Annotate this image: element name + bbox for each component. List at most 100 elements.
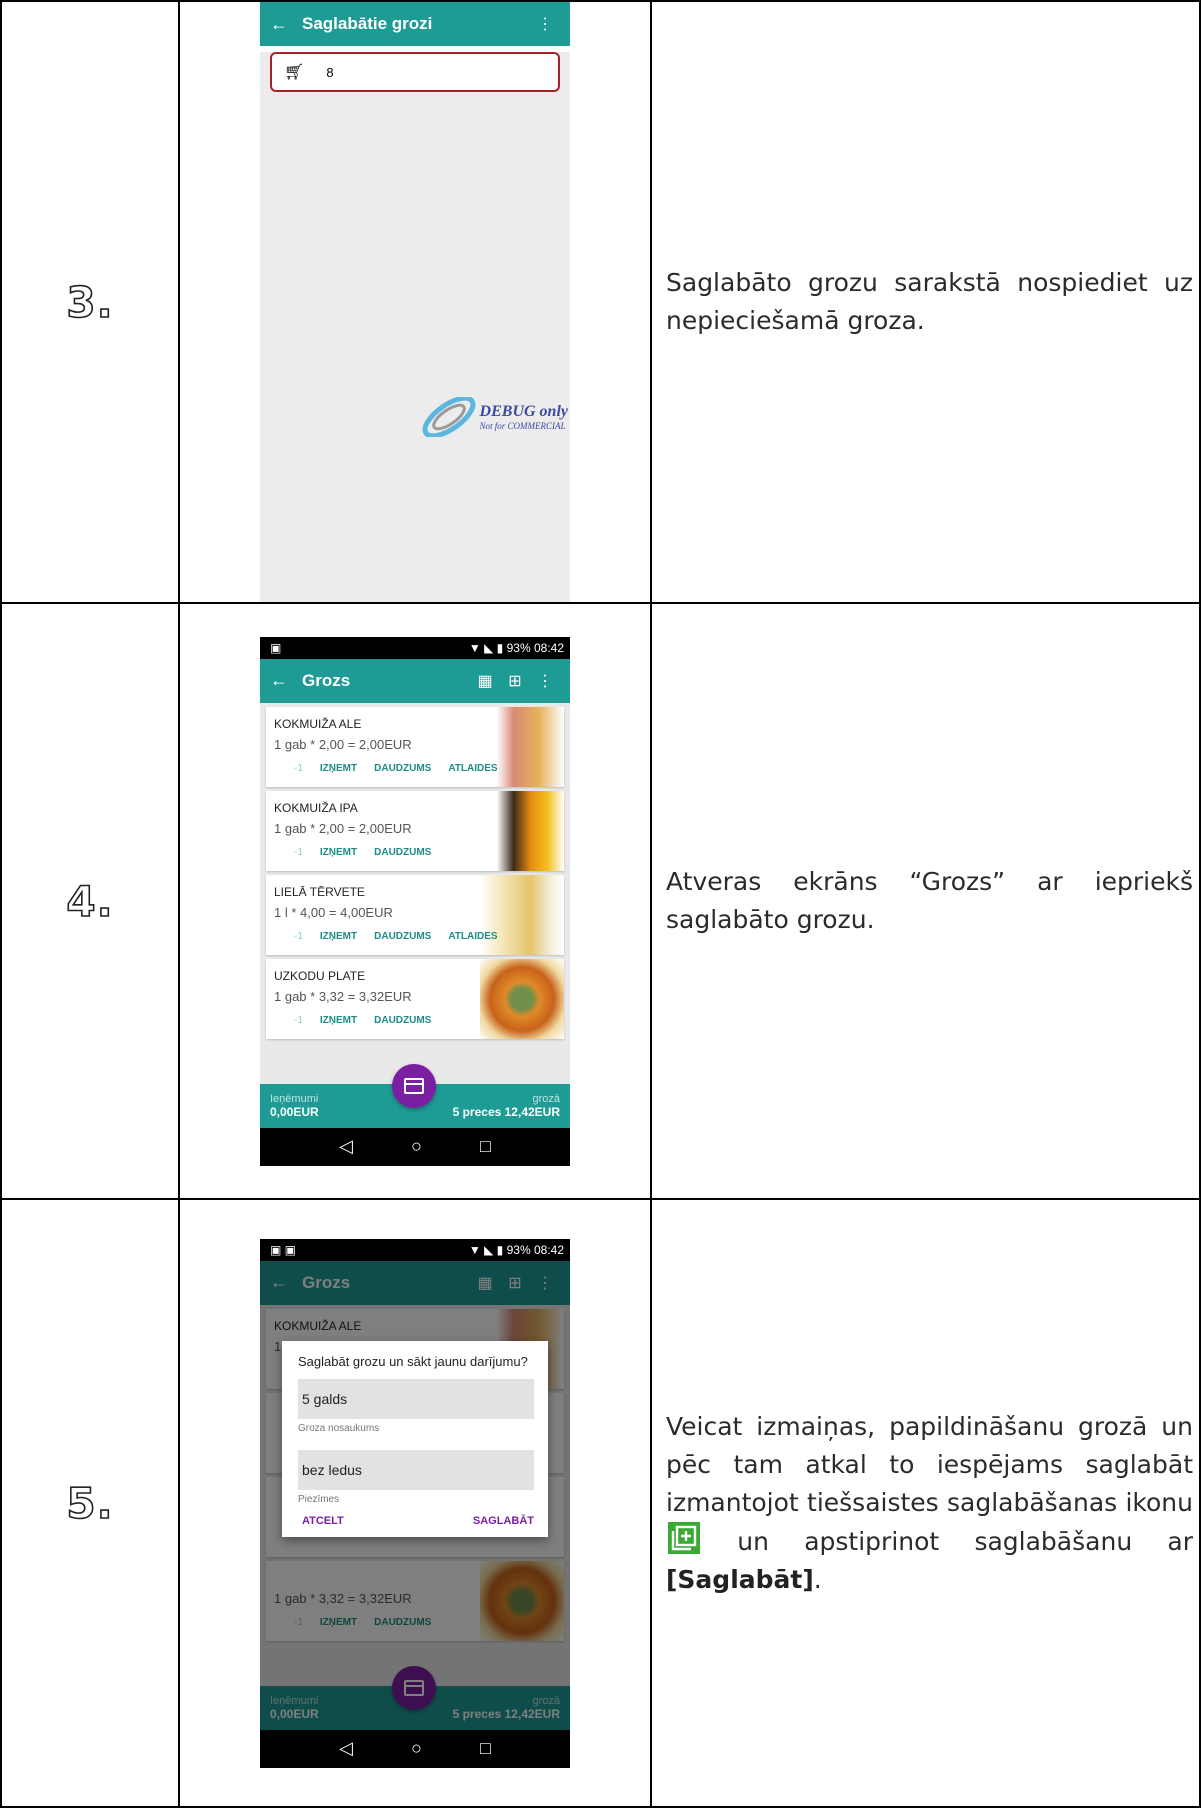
revenue-value: 0,00EUR: [270, 1104, 319, 1119]
description-part-1: Veicat izmaiņas, papildināšanu grozā un …: [666, 1411, 1193, 1517]
table-row: 4. ▣ ▼ ◣ ▮ 93% 08:42 ← Grozs ▦ ⊞ ⋮ KOKMU…: [0, 602, 1201, 1200]
minus-button[interactable]: -1: [294, 847, 303, 858]
more-vert-icon[interactable]: ⋮: [530, 14, 560, 34]
description-cell: Saglabāto grozu sarakstā nospiediet uz n…: [650, 0, 1201, 604]
cart-item[interactable]: KOKMUIŽA IPA 1 gab * 2,00 = 2,00EUR -1 IZ…: [266, 790, 564, 871]
nav-recents-icon[interactable]: □: [480, 1136, 491, 1157]
revenue-label: Ieņēmumi: [270, 1092, 319, 1105]
nav-recents-icon[interactable]: □: [480, 1738, 491, 1759]
cart-total: 5 preces 12,42EUR: [452, 1104, 560, 1119]
nav-home-icon[interactable]: ○: [411, 1136, 422, 1157]
app-bar: ← Saglabātie grozi ⋮: [260, 2, 570, 46]
description-cell: Atveras ekrāns “Grozs” ar iepriekš sagla…: [650, 602, 1201, 1200]
nav-home-icon[interactable]: ○: [411, 1738, 422, 1759]
step-cell: 4.: [0, 602, 180, 1200]
item-price: 1 l * 4,00 = 4,00EUR: [274, 904, 393, 920]
notification-icon: ▣: [270, 640, 282, 655]
saved-cart-item[interactable]: 🛒︎ 8: [270, 52, 560, 92]
product-image: [480, 874, 564, 955]
screen-title: Grozs: [302, 670, 351, 690]
step-cell: 5.: [0, 1198, 180, 1808]
phone-screenshot-cart: ▣ ▼ ◣ ▮ 93% 08:42 ← Grozs ▦ ⊞ ⋮ KOKMUIŽA…: [260, 636, 570, 1166]
notes-label: Piezīmes: [298, 1493, 340, 1505]
watermark-line-1: DEBUG only: [479, 403, 568, 420]
remove-button[interactable]: IZŅEMT: [320, 763, 357, 774]
instruction-table: 3. ← Saglabātie grozi ⋮ 🛒︎ 8 DEBUG only …: [0, 0, 1201, 1808]
screen-title: Saglabātie grozi: [302, 14, 433, 33]
debug-logo-icon: [422, 397, 475, 437]
cart-item[interactable]: UZKODU PLATE 1 gab * 3,32 = 3,32EUR -1 IZ…: [266, 958, 564, 1039]
minus-button[interactable]: -1: [294, 1015, 303, 1026]
quantity-button[interactable]: DAUDZUMS: [374, 847, 431, 858]
save-button[interactable]: SAGLABĀT: [473, 1515, 534, 1527]
saved-cart-name: 8: [326, 64, 334, 80]
screenshot-cell: ▣ ▣ ▼ ◣ ▮ 93% 08:42 ← Grozs ▦ ⊞ ⋮ KOKMUI…: [178, 1198, 652, 1808]
description-part-2: un apstiprinot saglabāšanu ar: [737, 1526, 1194, 1556]
status-bar: ▣ ▼ ◣ ▮ 93% 08:42: [260, 636, 570, 659]
cart-item[interactable]: KOKMUIŽA ALE 1 gab * 2,00 = 2,00EUR -1 IZ…: [266, 706, 564, 787]
cart-name-label: Groza nosaukums: [298, 1422, 380, 1434]
remove-button[interactable]: IZŅEMT: [320, 847, 357, 858]
saved-carts-list: 🛒︎ 8 DEBUG only Not for COMMERCIAL: [260, 52, 570, 602]
app-bar: ← Grozs ▦ ⊞ ⋮: [260, 658, 570, 703]
description-end: .: [813, 1564, 822, 1594]
cart-name-field[interactable]: 5 galds: [298, 1378, 534, 1419]
nav-back-icon[interactable]: ◁: [339, 1738, 353, 1759]
save-cart-glyph-icon: [671, 1525, 697, 1550]
nav-back-icon[interactable]: ◁: [339, 1136, 353, 1157]
cart-item[interactable]: LIELĀ TĒRVETE 1 l * 4,00 = 4,00EUR -1 IZŅ…: [266, 874, 564, 955]
remove-button[interactable]: IZŅEMT: [320, 1015, 357, 1026]
clock: 08:42: [533, 1242, 564, 1257]
cart-items-list: KOKMUIŽA ALE 1 gab * 2,00 = 2,00EUR -1 IZ…: [260, 702, 570, 1084]
back-arrow-icon[interactable]: ←: [270, 14, 302, 35]
item-name: UZKODU PLATE: [274, 968, 366, 983]
android-nav-bar: ◁ ○ □: [260, 1729, 570, 1768]
save-cart-icon[interactable]: ⊞: [500, 671, 530, 691]
debug-watermark: DEBUG only Not for COMMERCIAL: [418, 397, 568, 437]
screenshot-cell: ▣ ▼ ◣ ▮ 93% 08:42 ← Grozs ▦ ⊞ ⋮ KOKMUIŽA…: [178, 602, 652, 1200]
battery-level: 93%: [506, 1242, 531, 1257]
quantity-button[interactable]: DAUDZUMS: [374, 763, 431, 774]
item-name: LIELĀ TĒRVETE: [274, 884, 365, 899]
description-cell: Veicat izmaiņas, papildināšanu grozā un …: [650, 1198, 1201, 1808]
discount-button[interactable]: ATLAIDES: [448, 763, 497, 774]
dialog-question: Saglabāt grozu un sākt jaunu darījumu?: [298, 1353, 528, 1369]
save-cart-dialog: Saglabāt grozu un sākt jaunu darījumu? 5…: [282, 1340, 548, 1537]
table-row: 5. ▣ ▣ ▼ ◣ ▮ 93% 08:42 ← Grozs ▦ ⊞ ⋮: [0, 1198, 1201, 1808]
clear-cart-icon[interactable]: ▦: [470, 671, 500, 691]
save-cart-icon: [668, 1521, 700, 1554]
phone-screenshot-saved-carts: ← Saglabātie grozi ⋮ 🛒︎ 8 DEBUG only Not…: [260, 2, 570, 602]
screenshot-cell: ← Saglabātie grozi ⋮ 🛒︎ 8 DEBUG only Not…: [178, 0, 652, 604]
item-name: KOKMUIŽA ALE: [274, 716, 362, 731]
cart-icon: 🛒︎: [284, 64, 305, 81]
discount-button[interactable]: ATLAIDES: [448, 931, 497, 942]
status-bar: ▣ ▣ ▼ ◣ ▮ 93% 08:42: [260, 1238, 570, 1261]
item-price: 1 gab * 2,00 = 2,00EUR: [274, 736, 412, 752]
notification-icon: ▣ ▣: [270, 1242, 297, 1257]
android-nav-bar: ◁ ○ □: [260, 1127, 570, 1166]
status-icons: ▼ ◣ ▮ 93% 08:42: [468, 640, 564, 655]
pay-fab-button[interactable]: [392, 1063, 436, 1108]
cancel-button[interactable]: ATCELT: [302, 1515, 344, 1527]
product-image: [480, 790, 564, 871]
notes-field[interactable]: bez ledus: [298, 1449, 534, 1490]
back-arrow-icon[interactable]: ←: [270, 670, 302, 691]
cart-summary-bar: Ieņēmumi0,00EUR grozā5 preces 12,42EUR: [260, 1063, 570, 1128]
minus-button[interactable]: -1: [294, 931, 303, 942]
description-bold: [Saglabāt]: [666, 1564, 814, 1594]
step-cell: 3.: [0, 0, 180, 604]
step-number: 5.: [66, 1478, 114, 1529]
minus-button[interactable]: -1: [294, 763, 303, 774]
quantity-button[interactable]: DAUDZUMS: [374, 931, 431, 942]
step-description: Atveras ekrāns “Grozs” ar iepriekš sagla…: [666, 867, 1193, 934]
remove-button[interactable]: IZŅEMT: [320, 931, 357, 942]
quantity-button[interactable]: DAUDZUMS: [374, 1015, 431, 1026]
status-icons: ▼ ◣ ▮ 93% 08:42: [468, 1242, 564, 1257]
in-cart-label: grozā: [532, 1092, 560, 1105]
more-vert-icon[interactable]: ⋮: [530, 671, 560, 691]
step-description: Veicat izmaiņas, papildināšanu grozā un …: [666, 1408, 1193, 1599]
battery-level: 93%: [506, 640, 531, 655]
item-price: 1 gab * 2,00 = 2,00EUR: [274, 820, 412, 836]
product-image: [480, 706, 564, 787]
phone-screenshot-save-dialog: ▣ ▣ ▼ ◣ ▮ 93% 08:42 ← Grozs ▦ ⊞ ⋮ KOKMUI…: [260, 1238, 570, 1768]
